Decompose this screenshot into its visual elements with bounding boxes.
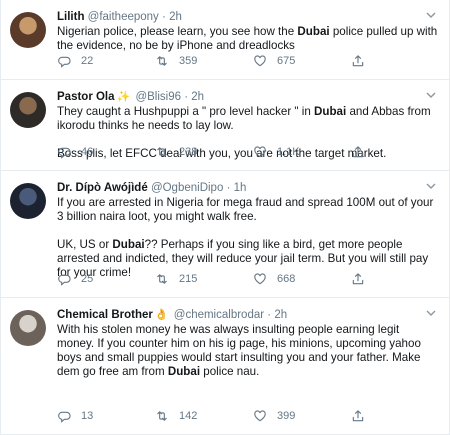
separator-dot: · — [184, 91, 189, 103]
avatar[interactable] — [10, 12, 46, 48]
retweet-icon — [157, 56, 167, 66]
share-button[interactable] — [351, 272, 371, 286]
chevron-down-icon[interactable] — [425, 10, 437, 20]
reply-count: 22 — [81, 55, 94, 67]
chevron-down-icon[interactable] — [425, 308, 437, 318]
retweet-icon — [157, 147, 167, 157]
timestamp[interactable]: 2h — [274, 309, 287, 321]
heart-icon — [254, 55, 266, 67]
retweet-button[interactable]: 359 — [155, 54, 253, 68]
tweet-header: Pastor Ola ✨ @Blisi96 · 2h — [57, 88, 439, 105]
display-name[interactable]: Pastor Ola — [57, 91, 115, 103]
text-run: If you are arrested in Nigeria for mega … — [57, 196, 434, 223]
share-icon — [352, 146, 364, 158]
reply-icon — [58, 56, 71, 68]
heart-icon — [254, 146, 266, 158]
retweet-icon — [157, 411, 167, 421]
timestamp[interactable]: 2h — [191, 91, 204, 103]
tweet[interactable]: Chemical Brother 👌 @chemicalbrodar · 2h Wi… — [1, 298, 449, 435]
like-button[interactable]: 1.1K — [253, 145, 351, 159]
tweet-paragraph: They caught a Hushpuppi a " pro level ha… — [57, 105, 439, 133]
text-run: police nau. — [200, 365, 260, 378]
retweet-count: 142 — [179, 410, 198, 422]
separator-dot: · — [267, 309, 272, 321]
highlighted-term: Dubai — [297, 25, 330, 38]
highlighted-term: Dubai — [112, 238, 145, 251]
share-icon — [352, 410, 364, 422]
tweet-feed: Lilith @faitheepony · 2h Nigerian police,… — [0, 0, 450, 435]
like-count: 668 — [277, 273, 296, 285]
tweet-text: With his stolen money he was always insu… — [57, 323, 439, 379]
share-button[interactable] — [351, 145, 371, 159]
share-button[interactable] — [351, 54, 371, 68]
heart-icon — [254, 273, 266, 285]
share-icon — [352, 55, 364, 67]
retweet-count: 215 — [179, 273, 198, 285]
user-handle[interactable]: @faitheepony — [88, 11, 159, 23]
tweet-header: Dr. Dípò Awójìdé @OgbeniDipo · 1h — [57, 179, 439, 196]
reply-icon — [58, 411, 71, 423]
heart-icon — [254, 410, 266, 422]
tweet-header: Lilith @faitheepony · 2h — [57, 8, 439, 25]
text-run: UK, US or — [57, 238, 113, 251]
retweet-count: 238 — [179, 146, 198, 158]
reply-count: 25 — [81, 273, 94, 285]
tweet-actions: 13 142 399 — [57, 404, 371, 428]
tweet[interactable]: Pastor Ola ✨ @Blisi96 · 2h They caught a H… — [1, 80, 449, 171]
like-count: 1.1K — [277, 146, 300, 158]
tweet-paragraph: If you are arrested in Nigeria for mega … — [57, 196, 439, 224]
user-handle[interactable]: @OgbeniDipo — [151, 182, 223, 194]
reply-count: 13 — [81, 410, 94, 422]
highlighted-term: Dubai — [167, 365, 201, 378]
reply-icon — [58, 274, 71, 286]
text-run: They caught a Hushpuppi a " pro level ha… — [57, 105, 314, 118]
separator-dot: · — [226, 182, 231, 194]
timestamp[interactable]: 1h — [234, 182, 247, 194]
reply-icon — [58, 147, 71, 159]
chevron-down-icon[interactable] — [425, 90, 437, 100]
tweet-actions: 22 359 675 — [57, 49, 371, 73]
highlighted-term: Dubai — [314, 105, 347, 118]
timestamp[interactable]: 2h — [169, 11, 182, 23]
separator-dot: · — [162, 11, 166, 23]
tweet[interactable]: Lilith @faitheepony · 2h Nigerian police,… — [1, 0, 449, 80]
chevron-down-icon[interactable] — [425, 181, 437, 191]
tweet-actions: 46 238 1.1K — [57, 140, 371, 164]
like-button[interactable]: 399 — [253, 409, 351, 423]
name-emoji: ✨ — [116, 91, 131, 103]
tweet-paragraph: With his stolen money he was always insu… — [57, 323, 439, 379]
retweet-count: 359 — [179, 55, 198, 67]
user-handle[interactable]: @chemicalbrodar — [174, 309, 264, 321]
tweet-header: Chemical Brother 👌 @chemicalbrodar · 2h — [57, 306, 439, 323]
user-handle[interactable]: @Blisi96 — [135, 91, 181, 103]
reply-button[interactable]: 22 — [57, 54, 155, 68]
name-emoji: 👌 — [154, 309, 169, 321]
retweet-button[interactable]: 238 — [155, 145, 253, 159]
display-name[interactable]: Dr. Dípò Awójìdé — [57, 182, 148, 194]
retweet-button[interactable]: 142 — [155, 409, 253, 423]
display-name[interactable]: Chemical Brother — [57, 309, 153, 321]
share-icon — [352, 273, 364, 285]
like-count: 399 — [277, 410, 296, 422]
reply-button[interactable]: 25 — [57, 272, 155, 286]
like-button[interactable]: 668 — [253, 272, 351, 286]
retweet-button[interactable]: 215 — [155, 272, 253, 286]
avatar[interactable] — [10, 310, 46, 346]
like-count: 675 — [277, 55, 296, 67]
avatar[interactable] — [10, 92, 46, 128]
reply-button[interactable]: 13 — [57, 409, 155, 423]
tweet-actions: 25 215 668 — [57, 267, 371, 291]
tweet[interactable]: Dr. Dípò Awójìdé @OgbeniDipo · 1h If you … — [1, 171, 449, 298]
text-run: Nigerian police, please learn, you see h… — [57, 25, 298, 38]
avatar[interactable] — [10, 183, 46, 219]
retweet-icon — [157, 274, 167, 284]
reply-button[interactable]: 46 — [57, 145, 155, 159]
display-name[interactable]: Lilith — [57, 11, 84, 23]
like-button[interactable]: 675 — [253, 54, 351, 68]
reply-count: 46 — [81, 146, 94, 158]
share-button[interactable] — [351, 409, 371, 423]
